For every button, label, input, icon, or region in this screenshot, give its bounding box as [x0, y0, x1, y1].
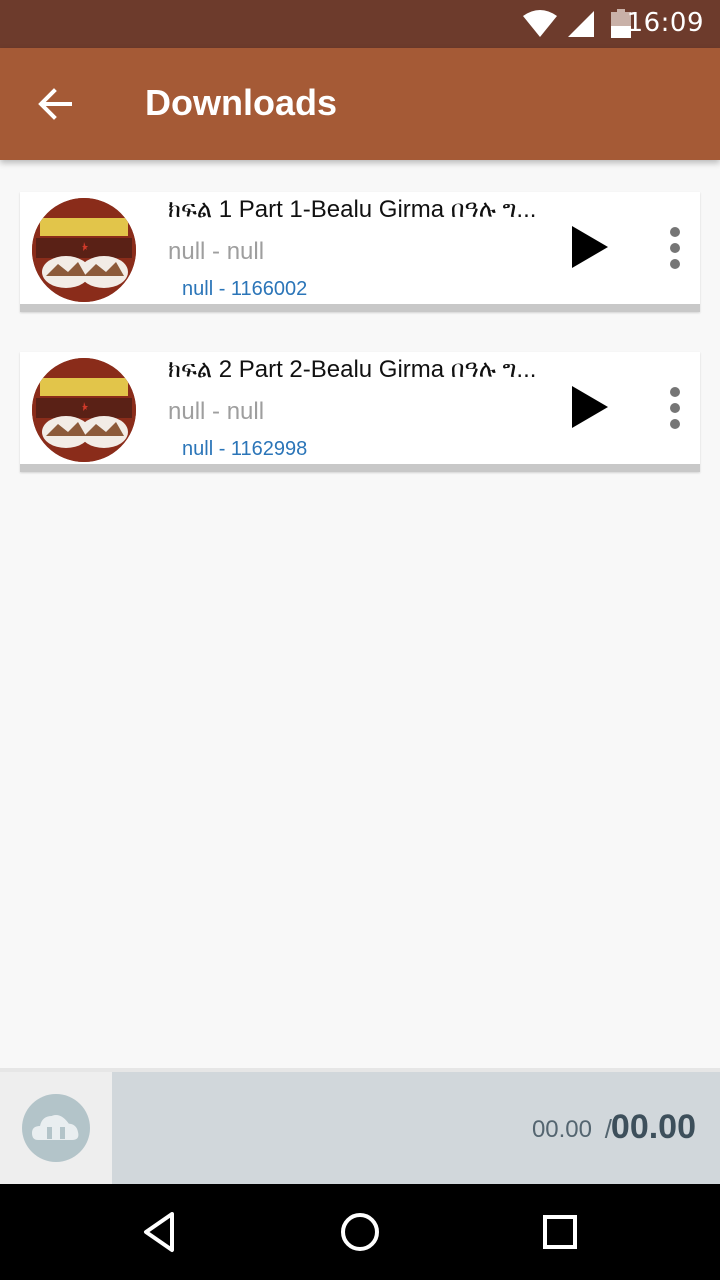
track-meta: null - 1166002	[182, 278, 308, 300]
more-vertical-icon[interactable]	[660, 226, 690, 270]
status-bar: 16:09	[0, 0, 720, 48]
album-art-thumbnail	[32, 198, 136, 302]
nav-home-icon[interactable]	[336, 1208, 384, 1256]
nav-back-icon[interactable]	[136, 1208, 184, 1256]
system-nav-bar	[0, 1184, 720, 1280]
more-vertical-icon[interactable]	[660, 386, 690, 430]
album-art-thumbnail	[32, 358, 136, 462]
download-item[interactable]: ክፍል 1 Part 1-Bealu Girma በዓሉ ግ... null -…	[20, 192, 700, 312]
play-icon[interactable]	[566, 382, 616, 432]
total-time: 00.00	[610, 1108, 696, 1146]
play-icon[interactable]	[566, 222, 616, 272]
elapsed-time: 00.00	[531, 1116, 592, 1143]
card-divider	[20, 464, 700, 472]
wifi-icon	[523, 10, 557, 37]
clock: 16:09	[626, 8, 704, 38]
player-artwork[interactable]	[0, 1072, 112, 1184]
card-divider	[20, 304, 700, 312]
cloud-music-icon	[22, 1094, 90, 1162]
track-title: ክፍል 1 Part 1-Bealu Girma በዓሉ ግ...	[168, 196, 537, 223]
page-title: Downloads	[145, 82, 338, 123]
nav-recents-icon[interactable]	[536, 1208, 584, 1256]
track-title: ክፍል 2 Part 2-Bealu Girma በዓሉ ግ...	[168, 356, 537, 383]
signal-icon	[568, 11, 594, 37]
mini-player[interactable]: 00.00 / 00.00	[0, 1068, 720, 1184]
track-meta: null - 1162998	[182, 438, 308, 460]
app-bar: Downloads	[0, 48, 720, 160]
track-artist-album: null - null	[168, 398, 265, 425]
track-artist-album: null - null	[168, 238, 265, 265]
arrow-left-icon[interactable]	[32, 80, 80, 128]
download-item[interactable]: ክፍል 2 Part 2-Bealu Girma በዓሉ ግ... null -…	[20, 352, 700, 472]
